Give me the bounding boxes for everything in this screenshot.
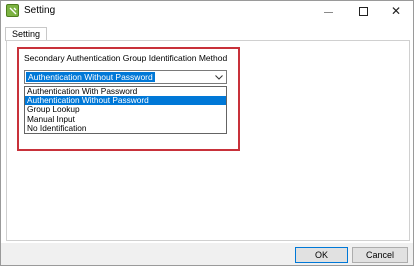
- selected-method-value: Authentication Without Password: [26, 72, 155, 82]
- setting-window: Setting ✕ Setting Secondary Authenticati…: [0, 0, 414, 266]
- minimize-icon: [323, 11, 333, 13]
- identification-method-select[interactable]: Authentication Without Password: [24, 70, 227, 84]
- dropdown-button[interactable]: [212, 71, 226, 83]
- close-button[interactable]: ✕: [379, 1, 413, 21]
- tab-strip: Setting: [1, 25, 413, 41]
- method-dropdown-list: Authentication With Password Authenticat…: [24, 86, 227, 134]
- setting-app-icon: [6, 4, 19, 17]
- maximize-icon: [358, 6, 368, 16]
- close-icon: ✕: [390, 4, 402, 18]
- maximize-button[interactable]: [346, 1, 380, 21]
- title-bar[interactable]: Setting ✕: [1, 1, 413, 21]
- cancel-button[interactable]: Cancel: [352, 247, 408, 263]
- option-no-identification[interactable]: No Identification: [25, 123, 226, 133]
- window-title: Setting: [24, 5, 56, 16]
- ok-button[interactable]: OK: [295, 247, 348, 263]
- identification-method-label: Secondary Authentication Group Identific…: [24, 53, 228, 63]
- minimize-button[interactable]: [311, 1, 345, 21]
- tab-setting[interactable]: Setting: [5, 27, 48, 41]
- chevron-down-icon: [215, 74, 223, 80]
